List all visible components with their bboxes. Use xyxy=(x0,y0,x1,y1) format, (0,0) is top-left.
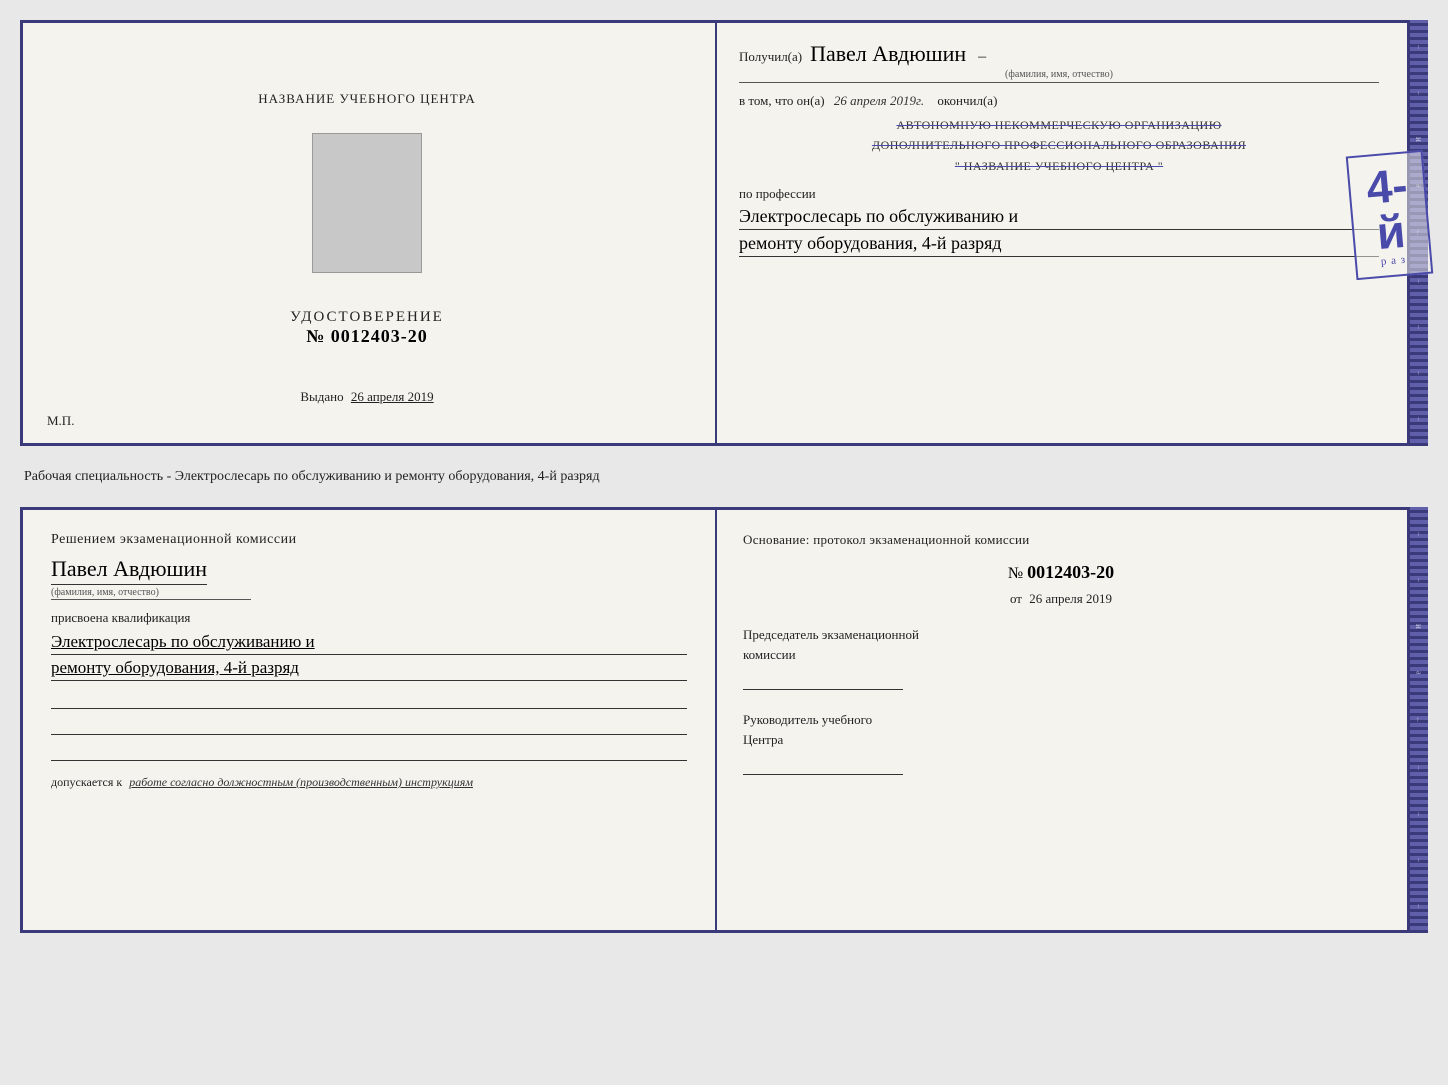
bottom-right-spine: – – и а ← – – – – xyxy=(1410,507,1428,933)
org-line2: ДОПОЛНИТЕЛЬНОГО ПРОФЕССИОНАЛЬНОГО ОБРАЗО… xyxy=(739,135,1379,155)
bottom-cert-right: Основание: протокол экзаменационной коми… xyxy=(715,510,1407,930)
vydano-line: Выдано 26 апреля 2019 xyxy=(300,389,433,405)
udostoverenie-block: УДОСТОВЕРЕНИЕ № 0012403-20 xyxy=(290,309,444,347)
vtom-line: в том, что он(а) 26 апреля 2019г. окончи… xyxy=(739,93,1379,109)
bottom-certificate: Решением экзаменационной комиссии Павел … xyxy=(20,507,1428,933)
org-text-block: АВТОНОМНУЮ НЕКОММЕРЧЕСКУЮ ОРГАНИЗАЦИЮ ДО… xyxy=(739,115,1379,176)
top-cert-right: Получил(а) Павел Авдюшин – (фамилия, имя… xyxy=(711,23,1407,443)
protocol-prefix: № xyxy=(1008,565,1023,582)
rukovoditel-label2: Центра xyxy=(743,730,1379,750)
recipient-name-top: Павел Авдюшин xyxy=(810,41,966,67)
osnovanie-label: Основание: протокол экзаменационной коми… xyxy=(743,532,1379,548)
sig-line-2 xyxy=(51,717,687,735)
cert-number-top: № 0012403-20 xyxy=(290,326,444,347)
vydano-date: 26 апреля 2019 xyxy=(351,389,434,404)
top-cert-panels: НАЗВАНИЕ УЧЕБНОГО ЦЕНТРА УДОСТОВЕРЕНИЕ №… xyxy=(20,20,1410,446)
ot-date-block: от 26 апреля 2019 xyxy=(743,591,1379,607)
cert-number-value: 0012403-20 xyxy=(331,326,428,346)
fio-subtitle-top: (фамилия, имя, отчество) xyxy=(739,69,1379,83)
photo-placeholder xyxy=(312,133,422,273)
top-left-title: НАЗВАНИЕ УЧЕБНОГО ЦЕНТРА xyxy=(258,91,475,107)
dopuskaetsya-block: допускается к работе согласно должностны… xyxy=(51,775,687,790)
org-line1: АВТОНОМНУЮ НЕКОММЕРЧЕСКУЮ ОРГАНИЗАЦИЮ xyxy=(739,115,1379,135)
grade-number: 4-й xyxy=(1365,161,1414,256)
prisvoena-label: присвоена квалификация xyxy=(51,610,687,626)
resheniem-label: Решением экзаменационной комиссии xyxy=(51,532,687,548)
chairman-sig-line xyxy=(743,670,903,690)
kvalif-block: Электрослесарь по обслуживанию и ремонту… xyxy=(51,632,687,681)
vtom-label: в том, что он(а) xyxy=(739,93,825,108)
org-lines: АВТОНОМНУЮ НЕКОММЕРЧЕСКУЮ ОРГАНИЗАЦИЮ ДО… xyxy=(739,115,1379,176)
bottom-cert-left: Решением экзаменационной комиссии Павел … xyxy=(23,510,715,930)
sig-line-3 xyxy=(51,743,687,761)
poluchil-label: Получил(а) xyxy=(739,49,802,65)
chairman-label1: Председатель экзаменационной xyxy=(743,625,1379,645)
po-professii-label: по профессии xyxy=(739,186,1379,202)
top-certificate: НАЗВАНИЕ УЧЕБНОГО ЦЕНТРА УДОСТОВЕРЕНИЕ №… xyxy=(20,20,1428,446)
stamp-grade-box: 4-й р а з xyxy=(1346,150,1433,280)
udostoverenie-label: УДОСТОВЕРЕНИЕ xyxy=(290,309,444,326)
okonchil-label: окончил(а) xyxy=(937,93,997,108)
fio-subtitle-bottom: (фамилия, имя, отчество) xyxy=(51,587,251,600)
number-prefix: № xyxy=(306,326,325,346)
top-cert-left: НАЗВАНИЕ УЧЕБНОГО ЦЕНТРА УДОСТОВЕРЕНИЕ №… xyxy=(23,23,711,443)
chairman-label2: комиссии xyxy=(743,645,1379,665)
org-line3: " НАЗВАНИЕ УЧЕБНОГО ЦЕНТРА " xyxy=(739,156,1379,176)
vtom-date: 26 апреля 2019г. xyxy=(834,93,924,108)
profession-line2-top: ремонту оборудования, 4-й разряд xyxy=(739,233,1379,257)
ot-label: от xyxy=(1010,591,1022,606)
mp-label: М.П. xyxy=(47,413,74,429)
signature-lines-bottom xyxy=(51,691,687,761)
kvalif-line2: ремонту оборудования, 4-й разряд xyxy=(51,658,687,681)
profession-lines-top: Электрослесарь по обслуживанию и ремонту… xyxy=(739,206,1379,257)
protocol-number: 0012403-20 xyxy=(1027,562,1114,582)
middle-text: Рабочая специальность - Электрослесарь п… xyxy=(20,458,1428,495)
rukovoditel-block: Руководитель учебного Центра xyxy=(743,710,1379,775)
dash-top: – xyxy=(978,48,986,66)
profession-line1-top: Электрослесарь по обслуживанию и xyxy=(739,206,1379,230)
stamp-area: АВТОНОМНУЮ НЕКОММЕРЧЕСКУЮ ОРГАНИЗАЦИЮ ДО… xyxy=(739,115,1379,176)
ot-date-value: 26 апреля 2019 xyxy=(1029,591,1112,606)
fio-block-bottom: Павел Авдюшин (фамилия, имя, отчество) xyxy=(51,556,687,600)
sig-line-1 xyxy=(51,691,687,709)
rukovoditel-label1: Руководитель учебного xyxy=(743,710,1379,730)
dopusk-text: работе согласно должностным (производств… xyxy=(129,775,473,789)
recipient-name-bottom: Павел Авдюшин xyxy=(51,556,207,585)
vydano-label: Выдано xyxy=(300,389,343,404)
profession-block-top: по профессии Электрослесарь по обслужива… xyxy=(739,186,1379,257)
poluchil-line: Получил(а) Павел Авдюшин – xyxy=(739,41,1379,67)
protocol-block: № 0012403-20 xyxy=(743,562,1379,583)
page-wrapper: НАЗВАНИЕ УЧЕБНОГО ЦЕНТРА УДОСТОВЕРЕНИЕ №… xyxy=(20,20,1428,933)
chairman-block: Председатель экзаменационной комиссии xyxy=(743,625,1379,690)
rukovoditel-sig-line xyxy=(743,755,903,775)
kvalif-line1: Электрослесарь по обслуживанию и xyxy=(51,632,687,655)
bottom-cert-panels: Решением экзаменационной комиссии Павел … xyxy=(20,507,1410,933)
dopuskaetsya-label: допускается к xyxy=(51,775,122,789)
